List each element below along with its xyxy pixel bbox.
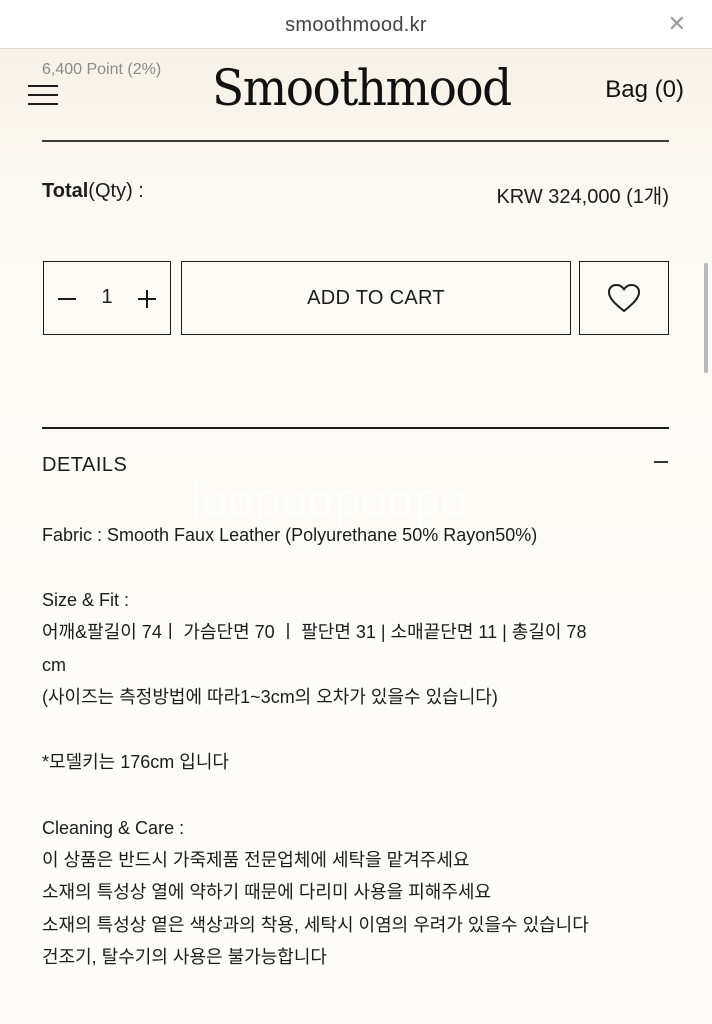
size-measurements: 어깨&팔길이 74ㅣ 가슴단면 70 ㅣ 팔단면 31 | 소매끝단면 11 |… [42,622,587,642]
size-measurements-unit: cm [42,655,66,675]
details-heading[interactable]: DETAILS [42,454,127,477]
plus-icon[interactable] [136,284,158,310]
heart-icon [608,284,640,312]
points-label: 6,400 Point (2%) [42,61,162,78]
close-icon[interactable]: ✕ [668,12,686,36]
total-label-qty: (Qty) : [88,180,144,202]
brand-logo[interactable]: Smoothmood [212,60,512,118]
product-page: 6,400 Point (2%) Smoothmood Bag (0) Tota… [0,49,712,1024]
care-line: 소재의 특성상 열에 약하기 때문에 다리미 사용을 피해주세요 [42,882,492,902]
care-line: 건조기, 탈수기의 사용은 불가능합니다 [42,947,327,967]
total-label-bold: Total [42,180,89,202]
fabric-text: Fabric : Smooth Faux Leather (Polyuretha… [42,525,538,545]
size-fit-heading: Size & Fit : [42,590,130,610]
collapse-icon[interactable] [654,461,668,463]
divider [42,140,669,142]
care-line: 이 상품은 반드시 가죽제품 전문업체에 세탁을 맡겨주세요 [42,850,470,870]
url-text[interactable]: smoothmood.kr [0,14,712,37]
menu-icon[interactable] [28,83,58,107]
page-scrollbar[interactable] [704,263,708,373]
total-price: KRW 324,000 (1개) [496,186,669,208]
bag-link[interactable]: Bag (0) [605,76,684,104]
size-note: (사이즈는 측정방법에 따라1~3cm의 오차가 있을수 있습니다) [42,687,498,707]
quantity-stepper: 1 [43,261,171,335]
wishlist-button[interactable] [579,261,669,335]
details-divider [42,427,669,429]
total-label: Total(Qty) : [42,180,144,203]
add-to-cart-button[interactable]: ADD TO CART [181,261,571,335]
care-line: 소재의 특성상 옅은 색상과의 착용, 세탁시 이염의 우려가 있을수 있습니다 [42,915,589,935]
browser-url-bar[interactable]: smoothmood.kr ✕ [0,0,712,49]
care-heading: Cleaning & Care : [42,818,185,838]
model-height: *모델키는 176cm 입니다 [42,752,229,772]
